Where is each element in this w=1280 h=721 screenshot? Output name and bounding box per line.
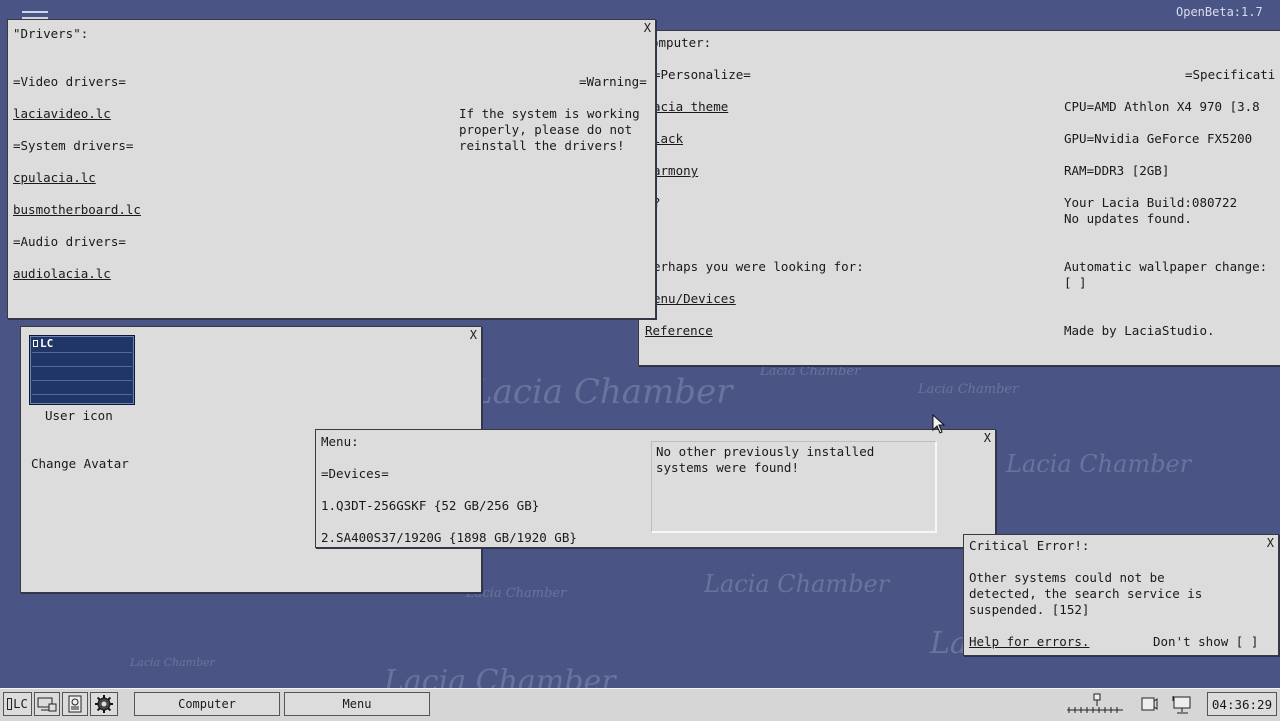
computer-window-title: omputer: bbox=[651, 35, 712, 50]
start-icon bbox=[7, 698, 13, 710]
start-label: LC bbox=[13, 697, 28, 711]
display-settings-icon bbox=[37, 697, 57, 712]
desktop-menu-icon[interactable] bbox=[22, 11, 48, 19]
warning-text: If the system is working properly, pleas… bbox=[459, 106, 640, 153]
warning-header: =Warning= bbox=[579, 74, 647, 89]
document-button[interactable] bbox=[62, 692, 88, 716]
version-label: OpenBeta:1.7 bbox=[1176, 5, 1263, 19]
start-button[interactable]: LC bbox=[3, 692, 32, 716]
cpu-driver-link[interactable]: cpulacia.lc bbox=[13, 170, 96, 185]
close-icon[interactable]: X bbox=[984, 432, 991, 444]
document-icon bbox=[68, 695, 82, 713]
watermark: Lacia Chamber bbox=[130, 656, 215, 669]
mouse-cursor-icon bbox=[932, 414, 946, 434]
theme-link[interactable]: acia theme bbox=[653, 99, 728, 114]
device-item[interactable]: 2.SA400S37/1920G {1898 GB/1920 GB} bbox=[321, 530, 577, 545]
ram-spec: RAM=DDR3 [2GB] bbox=[1064, 163, 1170, 178]
avatar-logo-icon bbox=[33, 340, 38, 347]
credit-text: Made by LaciaStudio. bbox=[1064, 323, 1215, 338]
close-icon[interactable]: X bbox=[470, 329, 477, 341]
device-item[interactable]: 1.Q3DT-256GSKF {52 GB/256 GB} bbox=[321, 498, 539, 513]
speaker-icon[interactable] bbox=[1140, 695, 1158, 713]
personalize-header: =Personalize= bbox=[653, 67, 751, 82]
display-settings-button[interactable] bbox=[34, 692, 60, 716]
error-title: Critical Error!: bbox=[969, 538, 1090, 553]
error-window: X Critical Error!: Other systems could n… bbox=[963, 534, 1279, 656]
looking-for-label: erhaps you were looking for: bbox=[653, 259, 864, 274]
reference-link[interactable]: Reference bbox=[645, 323, 713, 338]
build-info: Your Lacia Build:080722 bbox=[1064, 195, 1238, 210]
clock[interactable]: 04:36:29 bbox=[1207, 692, 1277, 716]
wallpaper-change-checkbox[interactable]: [ ] bbox=[1064, 275, 1087, 290]
dont-show-checkbox[interactable]: Don't show [ ] bbox=[1153, 634, 1258, 649]
specification-header: =Specificati bbox=[1185, 67, 1276, 82]
change-avatar-button[interactable]: Change Avatar bbox=[31, 456, 129, 471]
notice-text: No other previously installed systems we… bbox=[656, 444, 875, 475]
watermark: Lacia Chamber bbox=[470, 372, 733, 412]
taskbar: LC Computer Menu 04:36:29 bbox=[0, 688, 1280, 721]
settings-button[interactable] bbox=[90, 692, 118, 716]
close-icon[interactable]: X bbox=[644, 22, 651, 34]
volume-slider-icon[interactable] bbox=[1066, 693, 1124, 715]
computer-window: omputer: =Personalize= acia theme lack a… bbox=[638, 30, 1280, 366]
black-theme-link[interactable]: lack bbox=[653, 131, 683, 146]
watermark: Lacia Chamber bbox=[1006, 450, 1192, 478]
avatar-label: LC bbox=[40, 337, 54, 350]
help-errors-link[interactable]: Help for errors. bbox=[969, 634, 1089, 649]
video-drivers-header: =Video drivers= bbox=[13, 74, 126, 89]
error-message: Other systems could not be detected, the… bbox=[969, 570, 1203, 617]
close-icon[interactable]: X bbox=[1267, 537, 1274, 549]
cpu-spec: CPU=AMD Athlon X4 970 [3.8 bbox=[1064, 99, 1260, 114]
motherboard-driver-link[interactable]: busmotherboard.lc bbox=[13, 202, 141, 217]
task-menu[interactable]: Menu bbox=[284, 692, 430, 716]
menu-window-title: Menu: bbox=[321, 434, 359, 449]
system-drivers-header: =System drivers= bbox=[13, 138, 134, 153]
notice-panel: No other previously installed systems we… bbox=[651, 441, 937, 533]
audio-drivers-header: =Audio drivers= bbox=[13, 234, 126, 249]
audio-driver-link[interactable]: audiolacia.lc bbox=[13, 266, 111, 281]
gpu-spec: GPU=Nvidia GeForce FX5200 bbox=[1064, 131, 1253, 146]
user-icon-label: User icon bbox=[45, 408, 113, 423]
gear-icon bbox=[95, 695, 113, 713]
watermark: Lacia Chamber bbox=[760, 364, 861, 379]
harmony-theme-link[interactable]: armony bbox=[653, 163, 698, 178]
menu-devices-link[interactable]: enu/Devices bbox=[653, 291, 736, 306]
wallpaper-change-label: Automatic wallpaper change: bbox=[1064, 259, 1268, 274]
updates-status: No updates found. bbox=[1064, 211, 1192, 226]
drivers-window: X "Drivers": =Video drivers= laciavideo.… bbox=[7, 19, 656, 319]
video-driver-link[interactable]: laciavideo.lc bbox=[13, 106, 111, 121]
drivers-window-title: "Drivers": bbox=[13, 26, 89, 41]
network-icon[interactable] bbox=[1172, 695, 1194, 715]
menu-window: X Menu: =Devices= 1.Q3DT-256GSKF {52 GB/… bbox=[315, 429, 996, 548]
avatar[interactable]: LC bbox=[29, 335, 135, 405]
watermark: Lacia Chamber bbox=[918, 382, 1019, 397]
task-computer[interactable]: Computer bbox=[134, 692, 280, 716]
devices-header: =Devices= bbox=[321, 466, 389, 481]
watermark: Lacia Chamber bbox=[704, 570, 890, 598]
